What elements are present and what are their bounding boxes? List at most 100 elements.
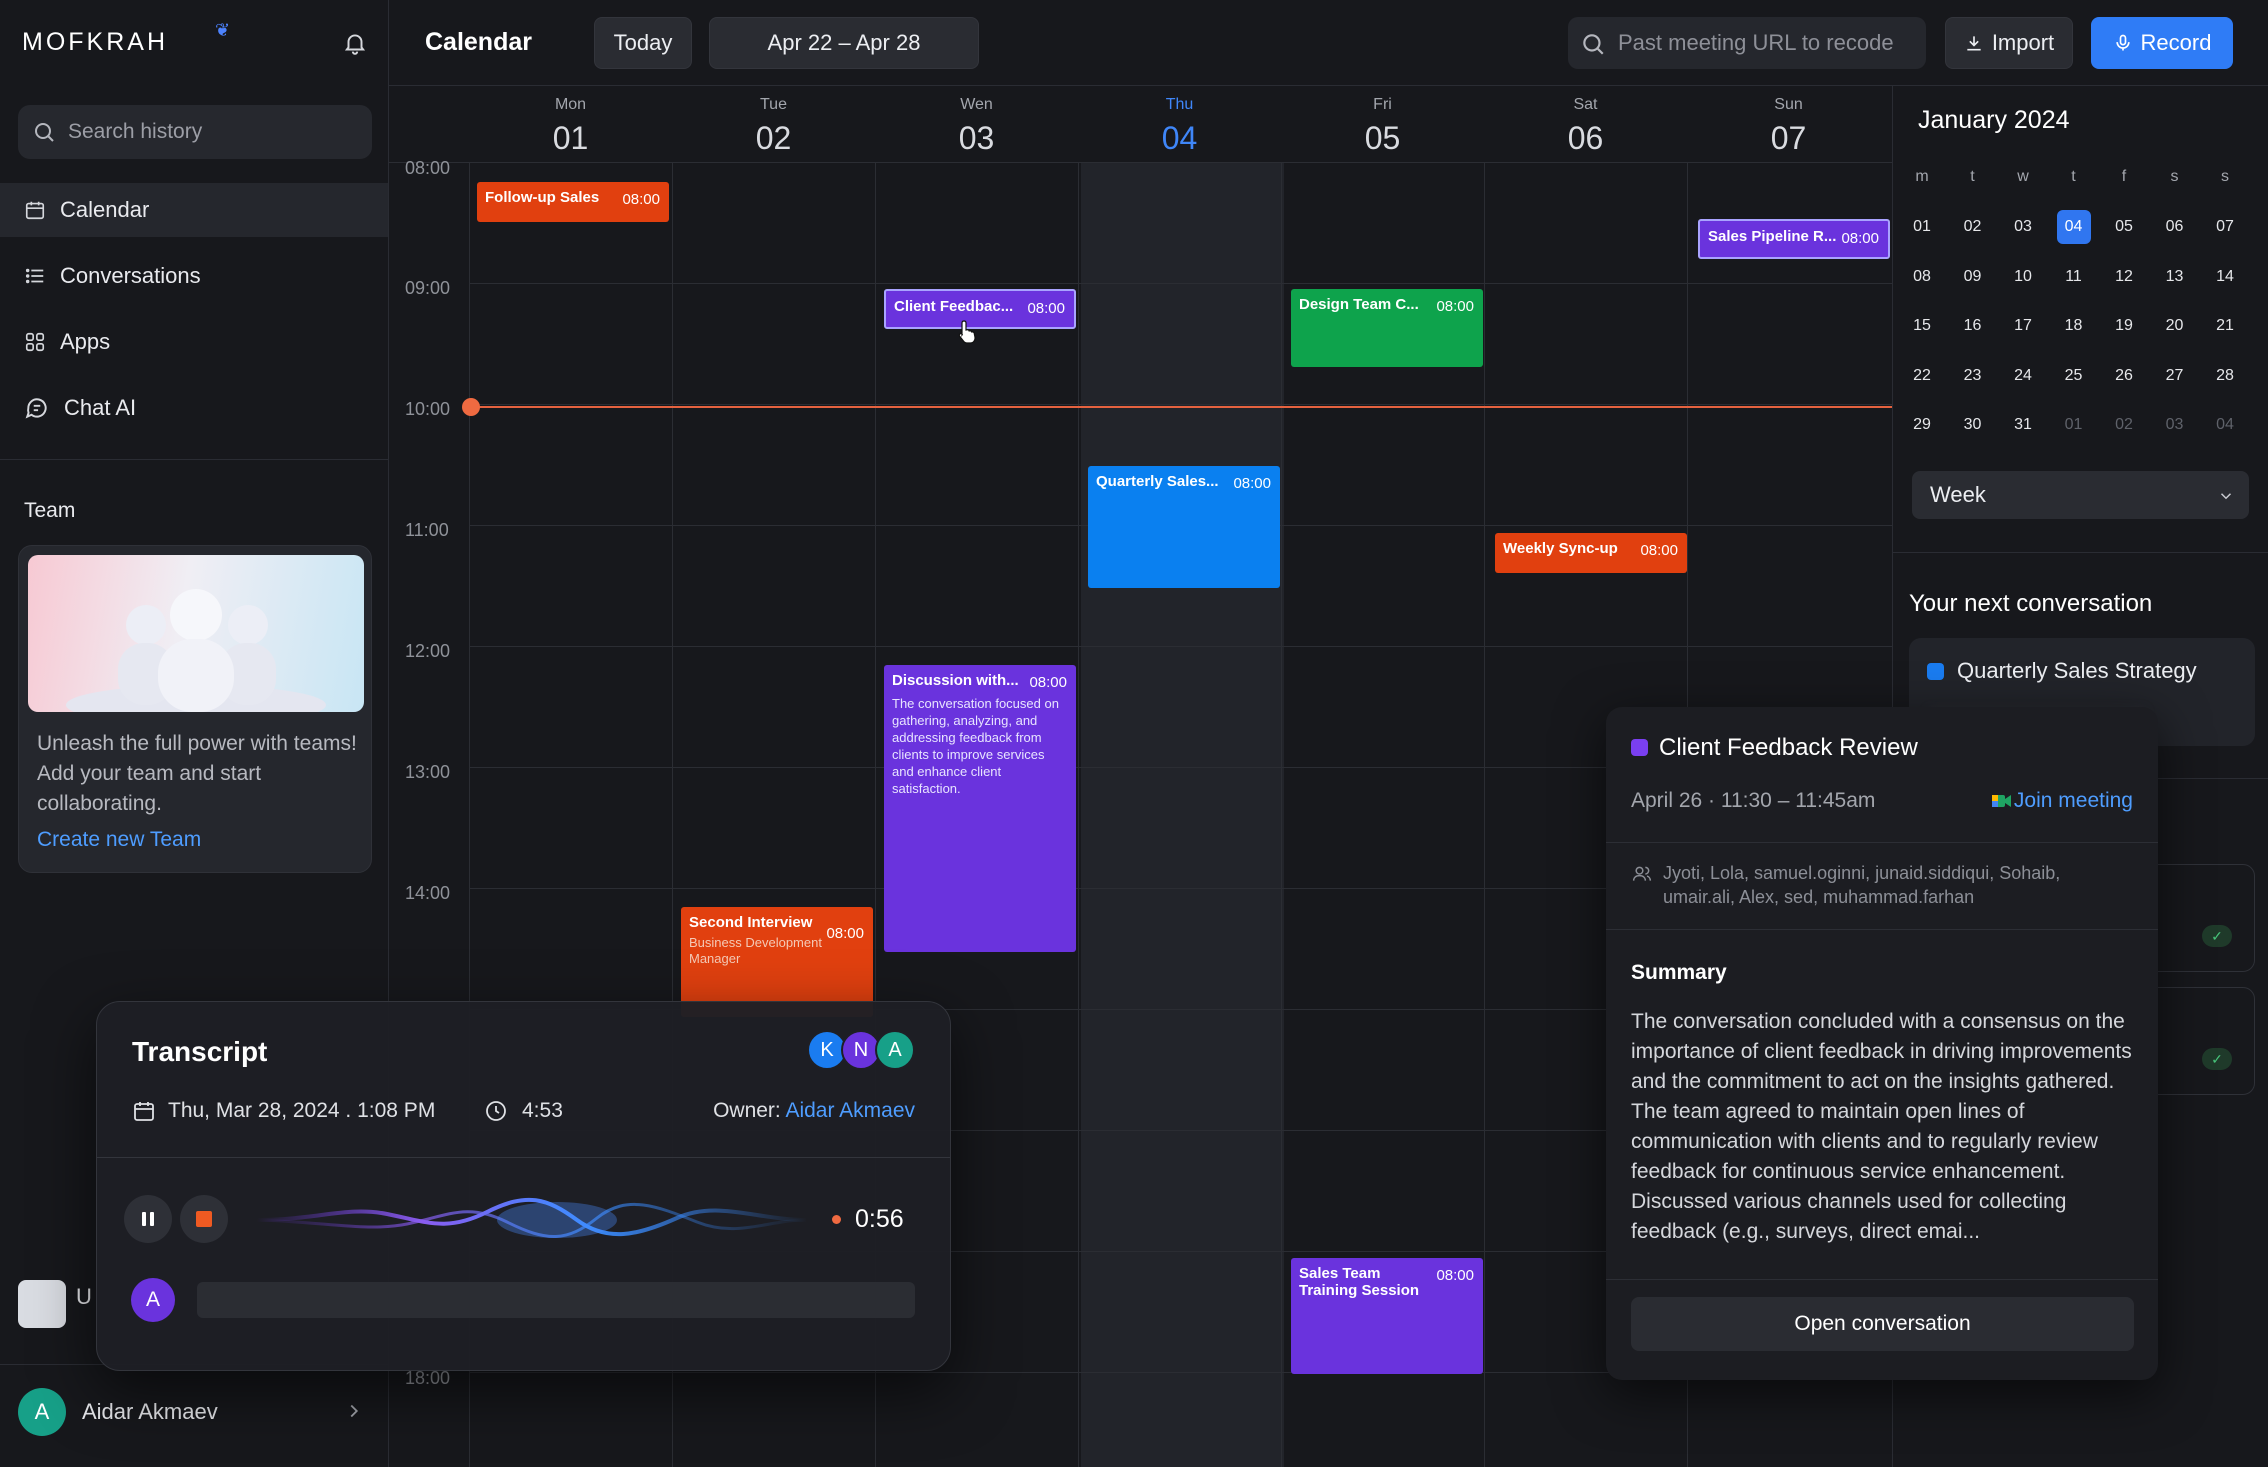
event-discussion[interactable]: Discussion with... 08:00 The conversation … [884, 665, 1076, 952]
day-header-sat[interactable]: Sat 06 [1484, 96, 1687, 157]
event-sales-pipeline[interactable]: Sales Pipeline R... 08:00 [1698, 219, 1890, 259]
mini-calendar-day[interactable]: 08 [1905, 260, 1939, 294]
day-number: 06 [1567, 120, 1604, 156]
mini-calendar-day[interactable]: 02 [2107, 408, 2141, 442]
owner-name[interactable]: Aidar Akmaev [785, 1099, 915, 1122]
avatar: A [18, 1388, 66, 1436]
time-label: 18:00 [405, 1368, 451, 1388]
event-follow-up-sales[interactable]: Follow-up Sales 08:00 [477, 182, 669, 222]
mini-calendar-day[interactable]: 05 [2107, 210, 2141, 244]
team-illustration [28, 555, 364, 712]
day-header-mon[interactable]: Mon 01 [469, 96, 672, 157]
event-sales-team-training[interactable]: Sales Team Training Session 08:00 [1291, 1258, 1483, 1374]
transcript-line [197, 1282, 915, 1318]
mini-calendar-day[interactable]: 23 [1956, 359, 1990, 393]
mini-calendar-day[interactable]: 07 [2208, 210, 2242, 244]
mini-calendar-day[interactable]: 09 [1956, 260, 1990, 294]
mini-calendar-day[interactable]: 03 [2158, 408, 2192, 442]
mini-calendar-day[interactable]: 14 [2208, 260, 2242, 294]
day-number: 03 [958, 120, 995, 156]
event-quarterly-sales[interactable]: Quarterly Sales... 08:00 [1088, 466, 1280, 588]
mini-calendar-day[interactable]: 15 [1905, 309, 1939, 343]
time-label: 13:00 [405, 762, 451, 782]
popup-divider [1606, 929, 2158, 930]
mini-calendar-day[interactable]: 25 [2057, 359, 2091, 393]
event-time: 08:00 [1436, 1267, 1474, 1284]
mini-calendar-day[interactable]: 01 [2057, 408, 2091, 442]
user-profile[interactable]: A Aidar Akmaev [0, 1370, 389, 1454]
mini-calendar-month: January 2024 [1918, 106, 2070, 134]
mini-calendar-day[interactable]: 24 [2006, 359, 2040, 393]
today-button[interactable]: Today [594, 17, 692, 69]
pause-button[interactable] [124, 1195, 172, 1243]
day-header-fri[interactable]: Fri 05 [1281, 96, 1484, 157]
mini-calendar-day[interactable]: 10 [2006, 260, 2040, 294]
mini-calendar-day[interactable]: 11 [2057, 260, 2091, 294]
stop-icon [196, 1211, 212, 1227]
participant-avatar: A [875, 1030, 915, 1070]
day-header-tue[interactable]: Tue 02 [672, 96, 875, 157]
mini-calendar-day[interactable]: 17 [2006, 309, 2040, 343]
mini-calendar-day[interactable]: 04 [2208, 408, 2242, 442]
user-name: Aidar Akmaev [82, 1399, 218, 1424]
mini-calendar-day[interactable]: 31 [2006, 408, 2040, 442]
mini-calendar-day[interactable]: 22 [1905, 359, 1939, 393]
popup-divider [1606, 842, 2158, 843]
summary-title: Summary [1631, 961, 1727, 984]
list-icon [25, 268, 44, 284]
mini-calendar-day[interactable]: 01 [1905, 210, 1939, 244]
mini-calendar-day[interactable]: 12 [2107, 260, 2141, 294]
nav-calendar[interactable]: Calendar [0, 183, 388, 237]
join-meeting-label: Join meeting [2013, 789, 2133, 812]
record-button[interactable]: Record [2091, 17, 2233, 69]
mini-calendar-day[interactable]: 16 [1956, 309, 1990, 343]
day-header-wen[interactable]: Wen 03 [875, 96, 1078, 157]
bell-icon[interactable] [342, 30, 368, 56]
mini-calendar-day[interactable]: 26 [2107, 359, 2141, 393]
transcript-widget: Transcript K N A Thu, Mar 28, 2024 . 1:0… [96, 1001, 951, 1371]
chevron-down-icon [2220, 493, 2232, 500]
event-time: 08:00 [622, 191, 660, 208]
nav-conversations[interactable]: Conversations [0, 249, 388, 303]
day-header-sun[interactable]: Sun 07 [1687, 96, 1890, 157]
mini-calendar-day[interactable]: 29 [1905, 408, 1939, 442]
event-client-feedback[interactable]: Client Feedbac... 08:00 [884, 289, 1076, 329]
summary-text: The conversation concluded with a consen… [1631, 1010, 2132, 1243]
day-number: 04 [1161, 120, 1198, 156]
open-conversation-button[interactable]: Open conversation [1631, 1297, 2134, 1351]
mini-calendar-day[interactable]: 30 [1956, 408, 1990, 442]
view-select[interactable]: Week [1912, 471, 2249, 519]
day-name: Wen [960, 96, 993, 113]
nav-chat-ai[interactable]: Chat AI [0, 381, 388, 435]
event-design-team[interactable]: Design Team C... 08:00 [1291, 289, 1483, 367]
recording-dot [832, 1215, 841, 1224]
search-history-input[interactable] [68, 105, 358, 159]
mini-calendar-day[interactable]: 19 [2107, 309, 2141, 343]
nav-apps[interactable]: Apps [0, 315, 388, 369]
event-weekly-sync-up[interactable]: Weekly Sync-up 08:00 [1495, 533, 1687, 573]
mini-calendar-day[interactable]: 02 [1956, 210, 1990, 244]
event-title: Quarterly Sales... [1096, 473, 1219, 490]
time-label: 09:00 [405, 278, 451, 298]
mini-calendar-day[interactable]: 21 [2208, 309, 2242, 343]
day-name: Tue [760, 96, 787, 113]
mini-calendar-day[interactable]: 18 [2057, 309, 2091, 343]
workspace-icon[interactable] [18, 1280, 66, 1328]
mini-calendar-day[interactable]: 13 [2158, 260, 2192, 294]
day-header-thu[interactable]: Thu 04 [1078, 96, 1281, 157]
workspace-initial: U [76, 1284, 92, 1309]
date-range-button[interactable]: Apr 22 – Apr 28 [709, 17, 979, 69]
mini-calendar-day[interactable]: 06 [2158, 210, 2192, 244]
grid-line [469, 283, 1892, 284]
import-button[interactable]: Import [1945, 17, 2073, 69]
meeting-url-input[interactable] [1618, 17, 1918, 69]
mini-calendar-day[interactable]: 04 [2056, 210, 2091, 244]
mini-calendar-day[interactable]: 27 [2158, 359, 2192, 393]
mini-calendar-day[interactable]: 20 [2158, 309, 2192, 343]
stop-button[interactable] [180, 1195, 228, 1243]
create-team-link[interactable]: Create new Team [37, 828, 201, 852]
join-meeting-link[interactable]: Join meeting [1991, 789, 2133, 813]
search-history [18, 105, 372, 159]
mini-calendar-day[interactable]: 28 [2208, 359, 2242, 393]
mini-calendar-day[interactable]: 03 [2006, 210, 2040, 244]
